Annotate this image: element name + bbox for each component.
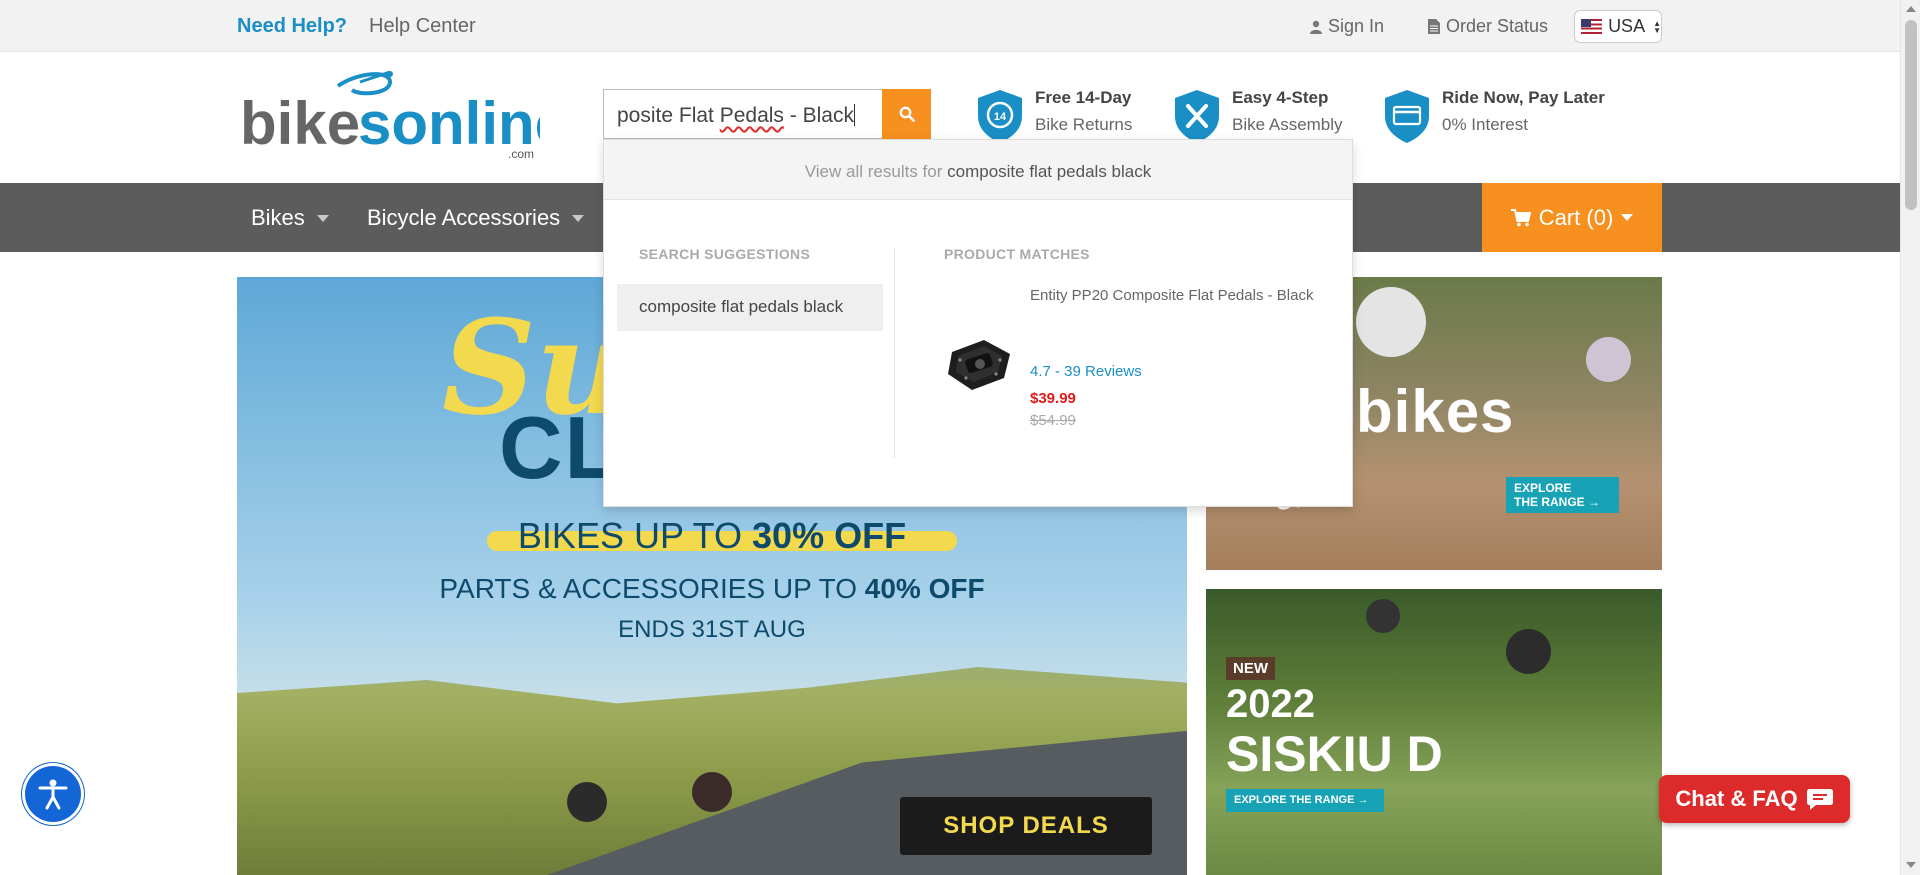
cyclist-figure [692,772,732,812]
explore-range-button[interactable]: EXPLORE THE RANGE → [1226,789,1384,812]
cart-label: Cart (0) [1538,204,1614,230]
country-label: USA [1608,16,1646,36]
kids-banner-headline: bikes [1356,378,1515,445]
scroll-down-arrow[interactable] [1906,862,1916,868]
top-bar: Need Help? Help Center Sign In Order Sta… [0,0,1900,52]
need-help-link[interactable]: Need Help? [237,15,347,38]
search-suggestion-item[interactable]: composite flat pedals black [617,284,883,331]
svg-text:.com: .com [508,147,534,160]
order-status-link[interactable]: Order Status [1428,16,1548,37]
dropdown-divider [894,248,895,458]
search-suggestions-heading: SEARCH SUGGESTIONS [639,246,811,262]
feature-assembly: Easy 4-Step Bike Assembly [1172,88,1343,144]
feature-title: Free 14-Day [1035,88,1132,107]
view-all-results-link[interactable]: View all results for composite flat peda… [604,140,1352,200]
nav-item-label: Bicycle Accessories [367,205,561,230]
hero-line-parts: PARTS & ACCESSORIES UP TO 40% OFF [439,573,985,604]
svg-text:bike: bike [240,90,360,157]
product-price: $39.99 [1030,390,1076,407]
helmet-figure [1356,287,1426,357]
feature-subtitle: Bike Assembly [1232,115,1343,134]
siskiu-name: SISKIU D [1226,726,1443,782]
search-dropdown: View all results for composite flat peda… [603,139,1353,507]
chat-faq-button[interactable]: Chat & FAQ [1659,775,1850,823]
bikesonline-logo[interactable]: bike sonline .com [240,68,540,160]
cart-icon [1510,208,1531,226]
feature-title: Easy 4-Step [1232,88,1329,107]
search-text-misspelled: Pedals [719,104,784,127]
product-rating-link[interactable]: 4.7 - 39 Reviews [1030,363,1142,380]
scroll-up-arrow[interactable] [1906,6,1916,12]
helmet-figure [1366,599,1400,633]
us-flag-icon [1581,19,1603,34]
sign-in-link[interactable]: Sign In [1310,16,1384,37]
scroll-thumb[interactable] [1905,20,1917,210]
page-scrollbar[interactable] [1900,0,1920,875]
user-icon [1310,20,1322,34]
new-badge: NEW [1226,657,1275,680]
caret-down-icon [1621,214,1634,221]
nav-item-label: Bikes [251,205,305,230]
sign-in-label: Sign In [1328,16,1385,36]
hero-line-ends: ENDS 31ST AUG [618,616,806,643]
feature-returns: 14 Free 14-Day Bike Returns [975,88,1132,144]
shop-deals-button[interactable]: SHOP DEALS [900,797,1152,855]
chat-bubble-icon [1806,789,1833,810]
order-status-label: Order Status [1446,16,1549,36]
text-caret [853,104,855,126]
pedal-product-image[interactable] [944,330,1016,398]
caret-down-icon [572,214,585,222]
explore-range-button[interactable]: EXPLORE THE RANGE → [1506,477,1619,513]
siskiu-year: 2022 [1226,682,1315,726]
cart-button[interactable]: Cart (0) [1482,183,1662,252]
product-old-price: $54.99 [1030,412,1076,429]
product-name-link[interactable]: Entity PP20 Composite Flat Pedals - Blac… [1030,285,1320,306]
helmet-figure [1586,337,1631,382]
caret-down-icon [316,214,329,222]
card-shield-icon [1385,90,1429,143]
svg-text:14: 14 [994,111,1007,123]
select-arrows-icon: ▲ ▼ [1653,18,1661,35]
feature-subtitle: Bike Returns [1035,115,1133,134]
search-text-suffix: - Black [783,104,854,127]
product-matches-heading: PRODUCT MATCHES [944,246,1090,262]
tools-shield-icon [1175,90,1219,143]
accessibility-button[interactable] [25,766,81,822]
search-input[interactable]: posite Flat Pedals - Black [603,89,883,139]
chat-label: Chat & FAQ [1675,786,1798,811]
accessibility-icon [38,779,68,810]
search-text-prefix: posite Flat [617,104,720,127]
feature-subtitle: 0% Interest [1442,115,1528,134]
country-select[interactable]: USA ▲ ▼ [1574,10,1662,43]
search-button[interactable] [882,89,931,139]
helmet-figure [1506,629,1551,674]
nav-item-bicycle-accessories[interactable]: Bicycle Accessories [367,205,585,231]
help-center-link[interactable]: Help Center [369,15,476,38]
feature-title: Ride Now, Pay Later [1442,88,1605,107]
cyclist-figure [567,782,607,822]
nav-item-bikes[interactable]: Bikes [251,205,329,231]
document-icon [1428,19,1440,34]
search-icon [899,106,915,122]
hero-line-bikes: BIKES UP TO 30% OFF [517,515,907,556]
feature-pay-later: Ride Now, Pay Later 0% Interest [1382,88,1605,144]
siskiu-banner[interactable]: NEW 2022 SISKIU D EXPLORE THE RANGE → [1206,589,1662,875]
returns-shield-icon: 14 [978,90,1022,143]
